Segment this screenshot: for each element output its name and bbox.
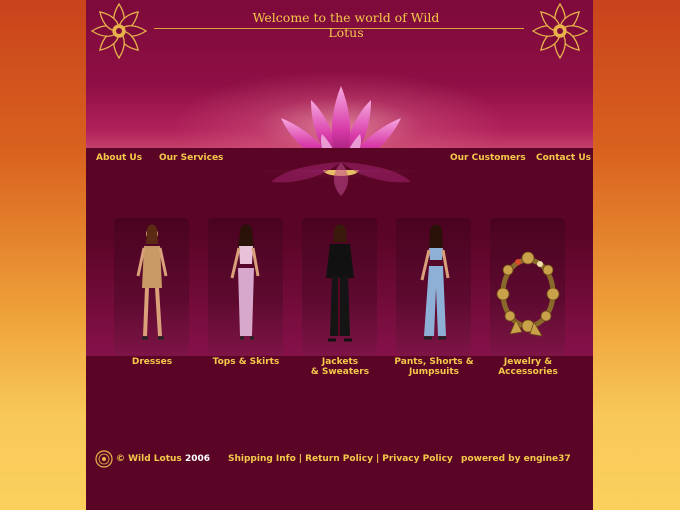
footer-separator: |	[298, 454, 303, 464]
model-pants-image	[420, 224, 450, 340]
category-jackets-sweaters-label[interactable]: Jackets & Sweaters	[290, 357, 390, 377]
bracelet-image	[496, 251, 560, 337]
category-tops-skirts-panel[interactable]	[208, 218, 283, 356]
site-container: Welcome to the world of Wild Lotus About…	[86, 0, 593, 510]
lotus-ornament-right-icon	[531, 2, 589, 60]
category-jackets-sweaters-panel[interactable]	[302, 218, 377, 356]
copyright-text: © Wild Lotus 2006	[116, 454, 210, 464]
shipping-info-link[interactable]: Shipping Info	[228, 454, 296, 464]
privacy-policy-link[interactable]: Privacy Policy	[382, 454, 453, 464]
powered-by-link[interactable]: powered by engine37	[461, 454, 571, 464]
footer-links: Shipping Info | Return Policy | Privacy Poli…	[228, 454, 453, 464]
lotus-reflection-icon	[271, 162, 411, 196]
lotus-ornament-left-icon	[90, 2, 148, 60]
nav-our-customers[interactable]: Our Customers	[450, 153, 526, 163]
category-dresses-panel[interactable]	[114, 218, 189, 356]
nav-about-us[interactable]: About Us	[96, 153, 142, 163]
model-jacket-image	[326, 224, 354, 342]
category-jewelry-accessories-label[interactable]: Jewelry & Accessories	[478, 357, 578, 377]
welcome-title: Welcome to the world of Wild Lotus	[252, 10, 440, 40]
model-tops-image	[230, 224, 260, 340]
lotus-logo-icon	[95, 450, 113, 468]
footer-separator: |	[375, 454, 380, 464]
category-dresses-label[interactable]: Dresses	[102, 357, 202, 367]
return-policy-link[interactable]: Return Policy	[305, 454, 373, 464]
category-jewelry-accessories-panel[interactable]	[490, 218, 565, 356]
model-dress-image	[136, 224, 168, 340]
category-tops-skirts-label[interactable]: Tops & Skirts	[196, 357, 296, 367]
category-pants-shorts-jumpsuits-panel[interactable]	[396, 218, 471, 356]
nav-our-services[interactable]: Our Services	[159, 153, 223, 163]
nav-contact-us[interactable]: Contact Us	[536, 153, 591, 163]
category-pants-shorts-jumpsuits-label[interactable]: Pants, Shorts & Jumpsuits	[384, 357, 484, 377]
